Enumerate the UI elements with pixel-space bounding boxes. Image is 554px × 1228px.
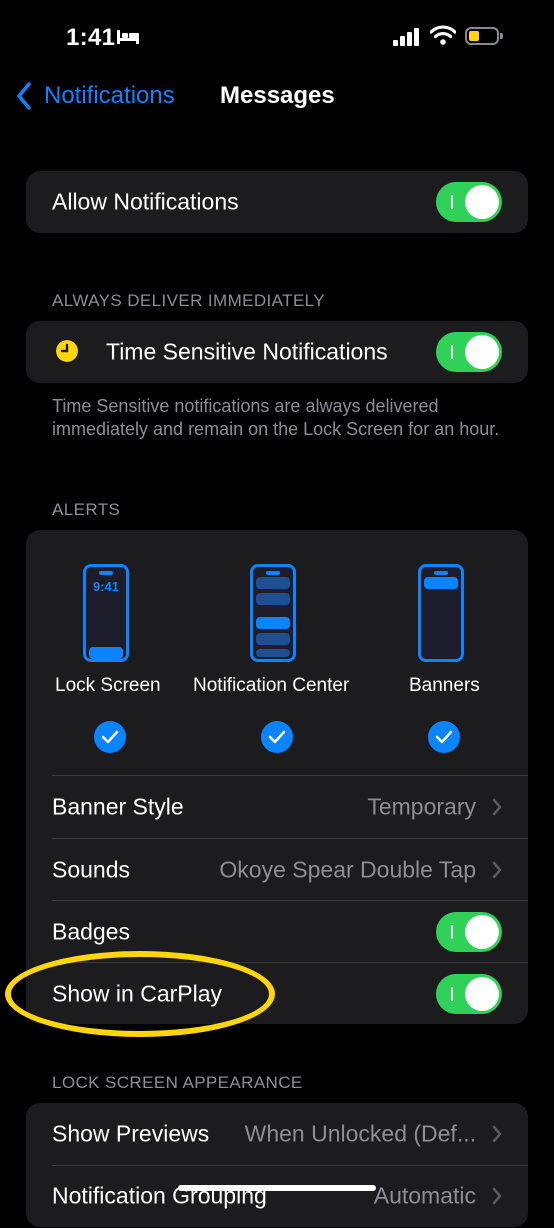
battery-icon bbox=[465, 27, 499, 45]
banners-checkmark[interactable] bbox=[428, 721, 460, 753]
show-previews-label: Show Previews bbox=[52, 1120, 210, 1147]
sounds-value: Okoye Spear Double Tap bbox=[219, 856, 476, 883]
time-sensitive-toggle[interactable] bbox=[436, 332, 502, 372]
lock-screen-appearance-header: LOCK SCREEN APPEARANCE bbox=[52, 1073, 303, 1092]
show-in-carplay-toggle[interactable] bbox=[436, 974, 502, 1014]
wifi-icon bbox=[430, 25, 456, 45]
home-indicator[interactable] bbox=[178, 1185, 376, 1191]
banners-label: Banners bbox=[409, 675, 480, 696]
notification-center-preview[interactable] bbox=[250, 564, 296, 662]
checkmark-icon bbox=[101, 730, 119, 744]
allow-notifications-label: Allow Notifications bbox=[52, 188, 239, 215]
alerts-header: ALERTS bbox=[52, 500, 121, 519]
allow-notifications-row: Allow Notifications bbox=[26, 171, 528, 233]
show-previews-value: When Unlocked (Def... bbox=[244, 1120, 476, 1147]
show-previews-row[interactable]: Show Previews When Unlocked (Def... bbox=[26, 1103, 528, 1165]
cellular-signal-icon bbox=[393, 28, 419, 46]
chevron-right-icon bbox=[492, 861, 502, 879]
notification-center-checkmark[interactable] bbox=[261, 721, 293, 753]
chevron-right-icon bbox=[492, 798, 502, 816]
battery-cap bbox=[500, 33, 503, 39]
allow-notifications-group: Allow Notifications bbox=[26, 171, 528, 233]
lock-screen-preview[interactable]: 9:41 bbox=[83, 564, 129, 662]
back-label: Notifications bbox=[44, 82, 175, 109]
chevron-right-icon bbox=[492, 1125, 502, 1143]
notification-center-label: Notification Center bbox=[193, 675, 350, 696]
time-sensitive-group: Time Sensitive Notifications bbox=[26, 321, 528, 383]
banner-style-row[interactable]: Banner Style Temporary bbox=[26, 776, 528, 838]
banner-style-value: Temporary bbox=[367, 793, 476, 820]
allow-notifications-toggle[interactable] bbox=[436, 182, 502, 222]
status-time: 1:41 bbox=[66, 24, 116, 51]
sounds-row[interactable]: Sounds Okoye Spear Double Tap bbox=[26, 839, 528, 901]
checkmark-icon bbox=[268, 730, 286, 744]
notification-grouping-value: Automatic bbox=[373, 1182, 476, 1209]
badges-row: Badges bbox=[26, 901, 528, 963]
show-in-carplay-row: Show in CarPlay bbox=[26, 963, 528, 1025]
sleep-focus-icon bbox=[117, 30, 139, 44]
lock-screen-appearance-group: Show Previews When Unlocked (Def... Noti… bbox=[26, 1103, 528, 1227]
banners-preview[interactable] bbox=[418, 564, 464, 662]
sounds-label: Sounds bbox=[52, 856, 131, 883]
chevron-left-icon bbox=[17, 82, 31, 110]
chevron-right-icon bbox=[492, 1187, 502, 1205]
alerts-group: 9:41 Lock Screen Notification Center Ban… bbox=[26, 530, 528, 1024]
back-button[interactable]: Notifications bbox=[16, 82, 175, 110]
always-deliver-header: ALWAYS DELIVER IMMEDIATELY bbox=[52, 291, 326, 310]
time-sensitive-footer: Time Sensitive notifications are always … bbox=[52, 396, 500, 439]
lock-screen-checkmark[interactable] bbox=[94, 721, 126, 753]
time-sensitive-label: Time Sensitive Notifications bbox=[106, 338, 388, 365]
banner-style-label: Banner Style bbox=[52, 793, 184, 820]
checkmark-icon bbox=[435, 730, 453, 744]
notification-grouping-row[interactable]: Notification Grouping Automatic bbox=[26, 1166, 528, 1228]
lock-screen-label: Lock Screen bbox=[55, 675, 161, 696]
badges-label: Badges bbox=[52, 918, 131, 945]
show-in-carplay-label: Show in CarPlay bbox=[52, 980, 223, 1007]
page-title: Messages bbox=[220, 82, 335, 109]
time-sensitive-row: Time Sensitive Notifications bbox=[26, 321, 528, 383]
badges-toggle[interactable] bbox=[436, 912, 502, 952]
lock-screen-clock: 9:41 bbox=[92, 579, 120, 594]
clock-icon bbox=[56, 340, 78, 362]
